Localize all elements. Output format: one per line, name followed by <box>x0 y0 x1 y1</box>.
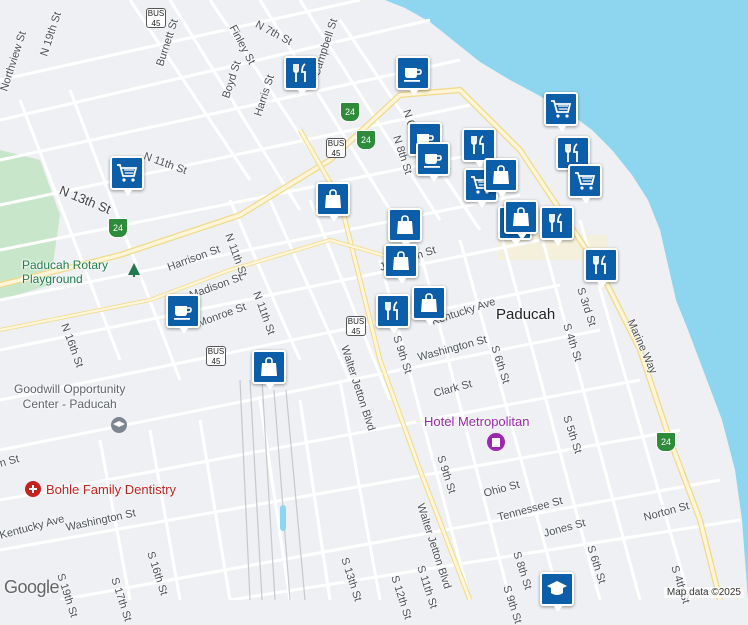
map-marker-shopping-bag[interactable] <box>504 200 538 240</box>
map-marker-school[interactable] <box>540 572 574 612</box>
map-marker-coffee[interactable] <box>166 294 200 334</box>
route-shield-24: 24 <box>656 432 676 452</box>
google-logo: Google <box>4 577 60 597</box>
park-icon <box>128 263 140 277</box>
route-shield-24: 24 <box>340 102 360 122</box>
map-marker-shopping-bag[interactable] <box>252 350 286 390</box>
map-marker-shopping-bag[interactable] <box>316 182 350 222</box>
school-icon <box>111 417 127 433</box>
route-shield-bus-45: BUS 45 <box>206 346 226 366</box>
route-shield-bus-45: BUS 45 <box>146 8 166 28</box>
poi-bohle-dentistry[interactable]: Bohle Family Dentistry <box>46 482 176 497</box>
map-marker-restaurant[interactable] <box>584 248 618 288</box>
map-marker-restaurant[interactable] <box>284 56 318 96</box>
map-marker-shopping-bag[interactable] <box>384 244 418 284</box>
route-shield-24: 24 <box>108 218 128 238</box>
map-marker-restaurant[interactable] <box>462 128 496 168</box>
poi-rotary-playground[interactable]: Paducah Rotary Playground <box>22 258 108 286</box>
pond <box>280 505 286 531</box>
route-shield-bus-45: BUS 45 <box>326 138 346 158</box>
map-marker-shopping-bag[interactable] <box>388 208 422 248</box>
map-marker-grocery-cart[interactable] <box>568 164 602 204</box>
map-marker-restaurant[interactable] <box>540 206 574 246</box>
route-shield-bus-45: BUS 45 <box>346 316 366 336</box>
map-canvas[interactable]: N 7th St Finley St Burnett St N 19th St … <box>0 0 748 625</box>
map-marker-grocery-cart[interactable] <box>110 156 144 196</box>
map-marker-coffee[interactable] <box>396 56 430 96</box>
map-base-layer <box>0 0 748 602</box>
map-marker-shopping-bag[interactable] <box>484 158 518 198</box>
map-marker-grocery-cart[interactable] <box>544 92 578 132</box>
dentist-icon <box>25 481 41 497</box>
route-shield-24: 24 <box>356 130 376 150</box>
poi-hotel-metropolitan[interactable]: Hotel Metropolitan <box>424 414 530 429</box>
map-marker-shopping-bag[interactable] <box>412 286 446 326</box>
hotel-icon <box>487 433 505 451</box>
map-data-attribution[interactable]: Map data ©2025 <box>663 587 744 598</box>
map-marker-coffee[interactable] <box>416 142 450 182</box>
city-label: Paducah <box>496 306 556 323</box>
poi-goodwill[interactable]: Goodwill Opportunity Center - Paducah <box>14 382 125 412</box>
map-marker-restaurant[interactable] <box>376 294 410 334</box>
